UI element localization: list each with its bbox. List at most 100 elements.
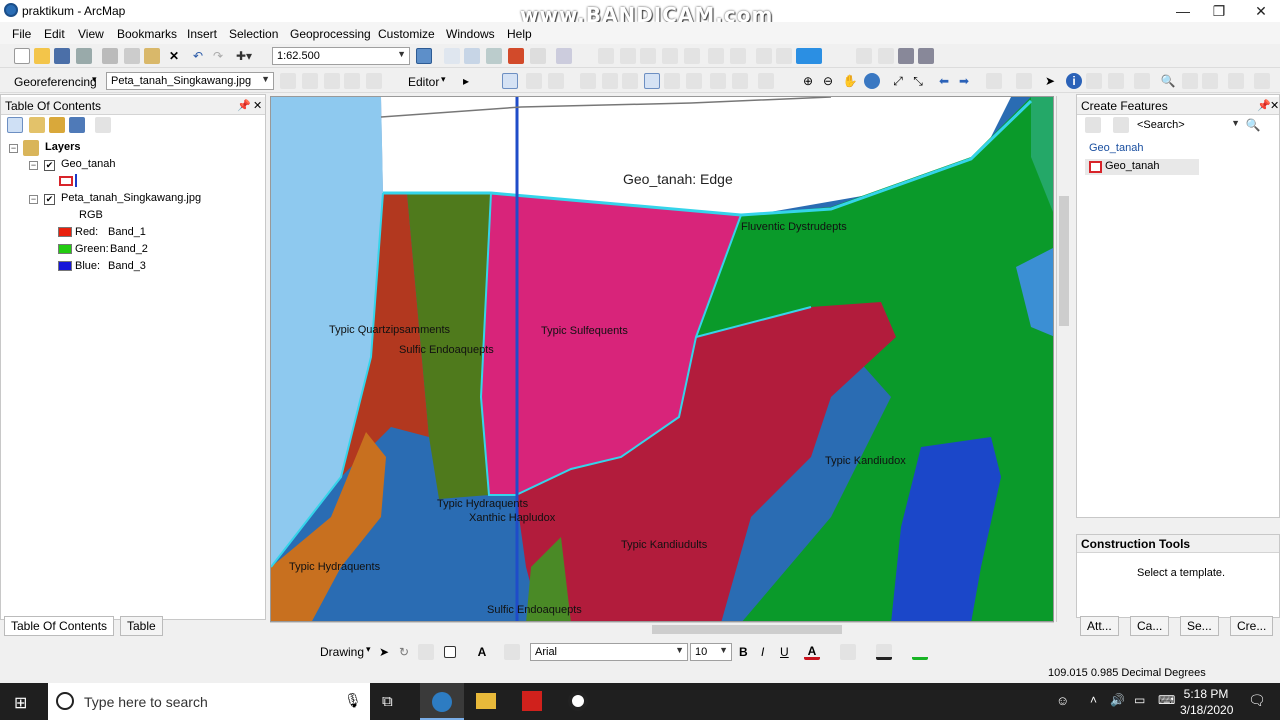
- map-view[interactable]: Geo_tanah: Edge Fluventic Dystrudepts Ty…: [270, 96, 1054, 622]
- edit-tool-icon[interactable]: ▸: [458, 73, 474, 89]
- layout-tool-4-icon[interactable]: [918, 48, 934, 64]
- font-color-icon[interactable]: A: [804, 644, 820, 660]
- georef-tool-7-icon[interactable]: [730, 48, 746, 64]
- georeferencing-menu[interactable]: Georeferencing: [14, 75, 97, 89]
- zoom-to-selected-icon[interactable]: [418, 644, 434, 660]
- template-search-input[interactable]: <Search> ▼: [1133, 117, 1243, 135]
- forward-extent-icon[interactable]: ➡: [956, 73, 972, 89]
- layout-tool-3-icon[interactable]: [898, 48, 914, 64]
- menu-geoprocessing[interactable]: Geoprocessing: [290, 27, 371, 41]
- edit-vertices-icon[interactable]: [580, 73, 596, 89]
- file-explorer-icon[interactable]: [476, 693, 496, 709]
- georef-tool-5-icon[interactable]: [684, 48, 700, 64]
- fixed-zoom-out-icon[interactable]: ⤡: [910, 73, 926, 89]
- peta-tanah-visibility-checkbox[interactable]: ✔: [44, 194, 55, 205]
- menu-insert[interactable]: Insert: [187, 27, 217, 41]
- menu-view[interactable]: View: [78, 27, 104, 41]
- language-icon[interactable]: ⌨: [1158, 693, 1175, 707]
- drawing-menu-arrow-icon[interactable]: ▾: [366, 644, 371, 655]
- menu-bookmarks[interactable]: Bookmarks: [117, 27, 177, 41]
- menu-file[interactable]: File: [12, 27, 31, 41]
- search-window-icon[interactable]: [486, 48, 502, 64]
- save-icon[interactable]: [54, 48, 70, 64]
- drawing-menu[interactable]: Drawing: [320, 645, 364, 659]
- list-by-drawing-order-icon[interactable]: [7, 117, 23, 133]
- collapse-geo-tanah-icon[interactable]: −: [29, 161, 38, 170]
- georef-tool-8-icon[interactable]: [756, 48, 772, 64]
- new-document-icon[interactable]: [14, 48, 30, 64]
- endpoint-arc-icon[interactable]: [526, 73, 542, 89]
- horizontal-scroll-thumb[interactable]: [652, 625, 842, 634]
- geo-tanah-visibility-checkbox[interactable]: ✔: [44, 160, 55, 171]
- clock-date[interactable]: 3/18/2020: [1180, 703, 1233, 717]
- georef-tool-1-icon[interactable]: [598, 48, 614, 64]
- copy-icon[interactable]: [124, 48, 140, 64]
- select-elements-icon[interactable]: ➤: [1042, 73, 1058, 89]
- bold-button[interactable]: B: [739, 645, 748, 659]
- georef-tool-3-icon[interactable]: [640, 48, 656, 64]
- reshape-icon[interactable]: [602, 73, 618, 89]
- identify-icon[interactable]: i: [1066, 73, 1082, 89]
- template-group-geo-tanah[interactable]: Geo_tanah: [1089, 142, 1143, 154]
- georef-tool-2-icon[interactable]: [620, 48, 636, 64]
- rotate-feature-icon[interactable]: [664, 73, 680, 89]
- task-view-icon[interactable]: ⧉: [382, 693, 393, 710]
- tab-table[interactable]: Table: [120, 616, 163, 636]
- layout-tool-icon[interactable]: [856, 48, 872, 64]
- layer-geo-tanah[interactable]: Geo_tanah: [61, 158, 115, 170]
- full-extent-icon[interactable]: [864, 73, 880, 89]
- paste-icon[interactable]: [144, 48, 160, 64]
- show-hidden-icons[interactable]: ˄: [1090, 693, 1097, 707]
- tab-attributes[interactable]: Att...: [1080, 616, 1119, 636]
- editor-menu[interactable]: Editor: [408, 75, 439, 89]
- scale-icon[interactable]: [366, 73, 382, 89]
- viewer-icon[interactable]: [1228, 73, 1244, 89]
- editor-menu-arrow-icon[interactable]: ▾: [441, 74, 446, 85]
- tab-table-of-contents[interactable]: Table Of Contents: [4, 616, 115, 636]
- zoom-in-icon[interactable]: ⊕: [800, 73, 816, 89]
- tab-search[interactable]: Se...: [1180, 616, 1219, 636]
- time-slider-icon[interactable]: [1202, 73, 1218, 89]
- georef-layer-select[interactable]: Peta_tanah_Singkawang.jpg ▼: [106, 72, 274, 90]
- geo-tanah-symbol[interactable]: [59, 176, 73, 186]
- layout-tool-2-icon[interactable]: [878, 48, 894, 64]
- tab-create-features[interactable]: Cre...: [1230, 616, 1274, 636]
- catalog-window-icon[interactable]: [464, 48, 480, 64]
- fill-color-icon[interactable]: [840, 644, 856, 660]
- menu-windows[interactable]: Windows: [446, 27, 495, 41]
- georef-tool-9-icon[interactable]: [776, 48, 792, 64]
- marker-color-icon[interactable]: [912, 644, 928, 660]
- create-viewer-icon[interactable]: [1254, 73, 1270, 89]
- editor-toolbar-icon[interactable]: [416, 48, 432, 64]
- delete-icon[interactable]: ✕: [166, 48, 182, 64]
- measure-icon[interactable]: [1134, 73, 1150, 89]
- cut-polygons-icon[interactable]: [622, 73, 638, 89]
- list-by-selection-icon[interactable]: [69, 117, 85, 133]
- underline-button[interactable]: U: [780, 645, 789, 659]
- pin-icon[interactable]: 📌: [237, 99, 251, 112]
- sketch-properties-icon[interactable]: [710, 73, 726, 89]
- trace-icon[interactable]: [548, 73, 564, 89]
- bandicam-record-icon[interactable]: [568, 691, 588, 711]
- georef-tool-6-icon[interactable]: [708, 48, 724, 64]
- select-features-icon[interactable]: [986, 73, 1002, 89]
- toc-window-icon[interactable]: [444, 48, 460, 64]
- edit-vertices-drawing-icon[interactable]: [504, 644, 520, 660]
- taskbar-search-box[interactable]: Type here to search 🎙: [48, 683, 370, 720]
- template-item-geo-tanah[interactable]: Geo_tanah: [1085, 159, 1199, 175]
- cut-icon[interactable]: [102, 48, 118, 64]
- close-window-button[interactable]: ✕: [1238, 0, 1280, 22]
- pan-icon[interactable]: ✋: [842, 73, 858, 89]
- open-folder-icon[interactable]: [34, 48, 50, 64]
- html-popup-icon[interactable]: [1086, 73, 1102, 89]
- fit-to-display-icon[interactable]: [280, 73, 296, 89]
- attributes-icon[interactable]: [686, 73, 702, 89]
- menu-customize[interactable]: Customize: [378, 27, 435, 41]
- organize-templates-icon[interactable]: [1085, 117, 1101, 133]
- model-builder-icon[interactable]: [556, 48, 572, 64]
- rotate-icon[interactable]: [324, 73, 340, 89]
- arctoolbox-icon[interactable]: [508, 48, 524, 64]
- volume-icon[interactable]: 🔊: [1110, 693, 1125, 707]
- editor-options-icon[interactable]: [758, 73, 774, 89]
- list-by-visibility-icon[interactable]: [49, 117, 65, 133]
